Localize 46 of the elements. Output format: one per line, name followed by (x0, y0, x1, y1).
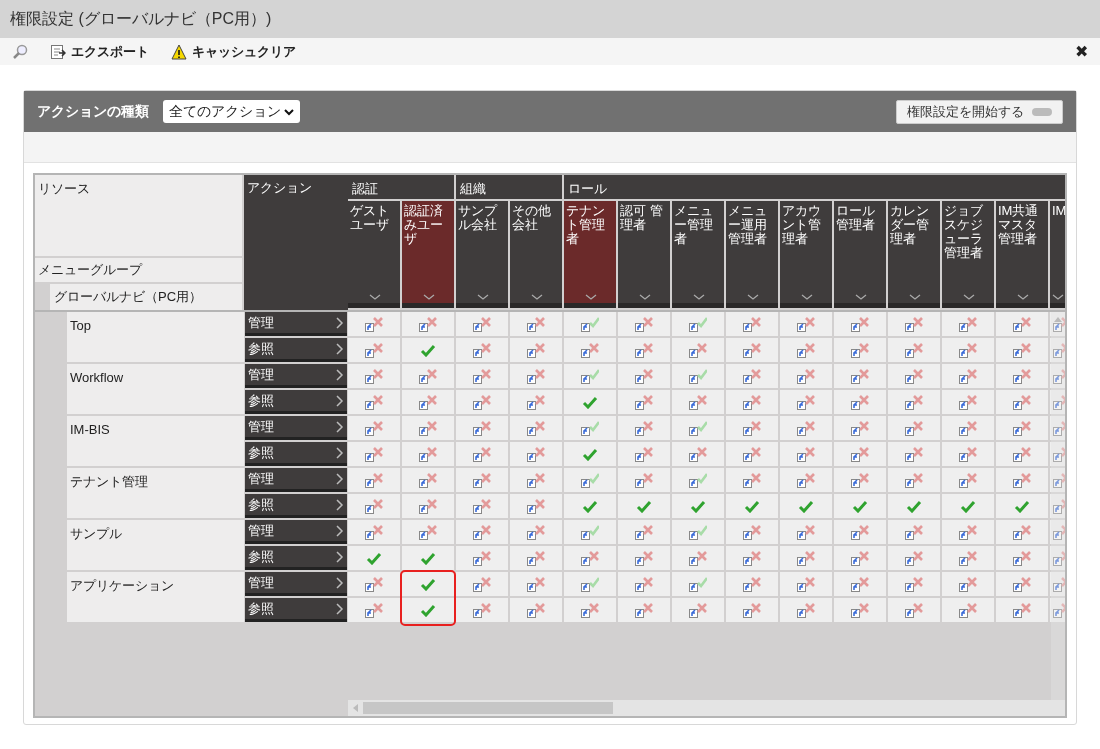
action-button[interactable]: 参照 (245, 546, 347, 570)
column-header[interactable]: ジョブスケジューラ管理者 (942, 201, 994, 308)
column-group-header: ロール (564, 175, 1065, 201)
action-button[interactable]: 管理 (245, 416, 347, 440)
column-group-header: 組織 (456, 175, 564, 201)
action-button[interactable]: 参照 (245, 494, 347, 518)
tree-item[interactable]: サンプル (67, 520, 244, 572)
start-permission-button[interactable]: 権限設定を開始する (896, 99, 1063, 124)
column-header[interactable]: メニュー運用管理者 (726, 201, 778, 308)
filter-label: アクションの種類 (37, 102, 149, 121)
tree-item[interactable]: IM-BIS (67, 416, 244, 468)
column-header[interactable]: 認可 管理者 (618, 201, 670, 308)
column-header[interactable]: カレンダー管理者 (888, 201, 940, 308)
action-button[interactable]: 参照 (245, 442, 347, 466)
cache-clear-button[interactable]: キャッシュクリア (171, 41, 296, 62)
action-button[interactable]: 管理 (245, 520, 347, 544)
action-button[interactable]: 管理 (245, 312, 347, 336)
action-button[interactable]: 管理 (245, 468, 347, 492)
column-header: アクション (244, 175, 348, 310)
action-button[interactable]: 管理 (245, 364, 347, 388)
column-header[interactable]: サンプル会社 (456, 201, 508, 308)
column-header: リソース (35, 175, 242, 256)
column-header[interactable]: テナント管理者 (564, 201, 616, 308)
action-button[interactable]: 参照 (245, 390, 347, 414)
column-group-header: 認証 (348, 175, 456, 201)
column-header[interactable]: 認証済みユーザ (402, 201, 454, 308)
column-header[interactable]: メニュー管理者 (672, 201, 724, 308)
column-header[interactable]: IM共通マスタ管理者 (996, 201, 1048, 308)
action-button[interactable]: 参照 (245, 338, 347, 362)
column-header: メニューグループ (35, 258, 242, 282)
action-button[interactable]: 管理 (245, 572, 347, 596)
tree-item[interactable]: テナント管理 (67, 468, 244, 520)
column-header[interactable]: IM (1050, 201, 1065, 308)
tree-item[interactable]: Top (67, 312, 244, 364)
column-header[interactable]: ゲストユーザ (348, 201, 400, 308)
tree-item[interactable]: グローバルナビ（PC用） (50, 284, 242, 310)
export-button[interactable]: エクスポート (50, 41, 149, 62)
column-header[interactable]: その他会社 (510, 201, 562, 308)
column-header[interactable]: アカウント管理者 (780, 201, 832, 308)
close-button[interactable]: ✖ (1075, 43, 1088, 60)
tree-item[interactable]: Workflow (67, 364, 244, 416)
action-type-select[interactable]: 全てのアクション (163, 100, 300, 123)
column-header[interactable]: ロール管理者 (834, 201, 886, 308)
tree-item[interactable]: アプリケーション (67, 572, 244, 624)
action-button[interactable]: 参照 (245, 598, 347, 622)
window-title: 権限設定 (グローバルナビ（PC用）) (10, 9, 272, 29)
